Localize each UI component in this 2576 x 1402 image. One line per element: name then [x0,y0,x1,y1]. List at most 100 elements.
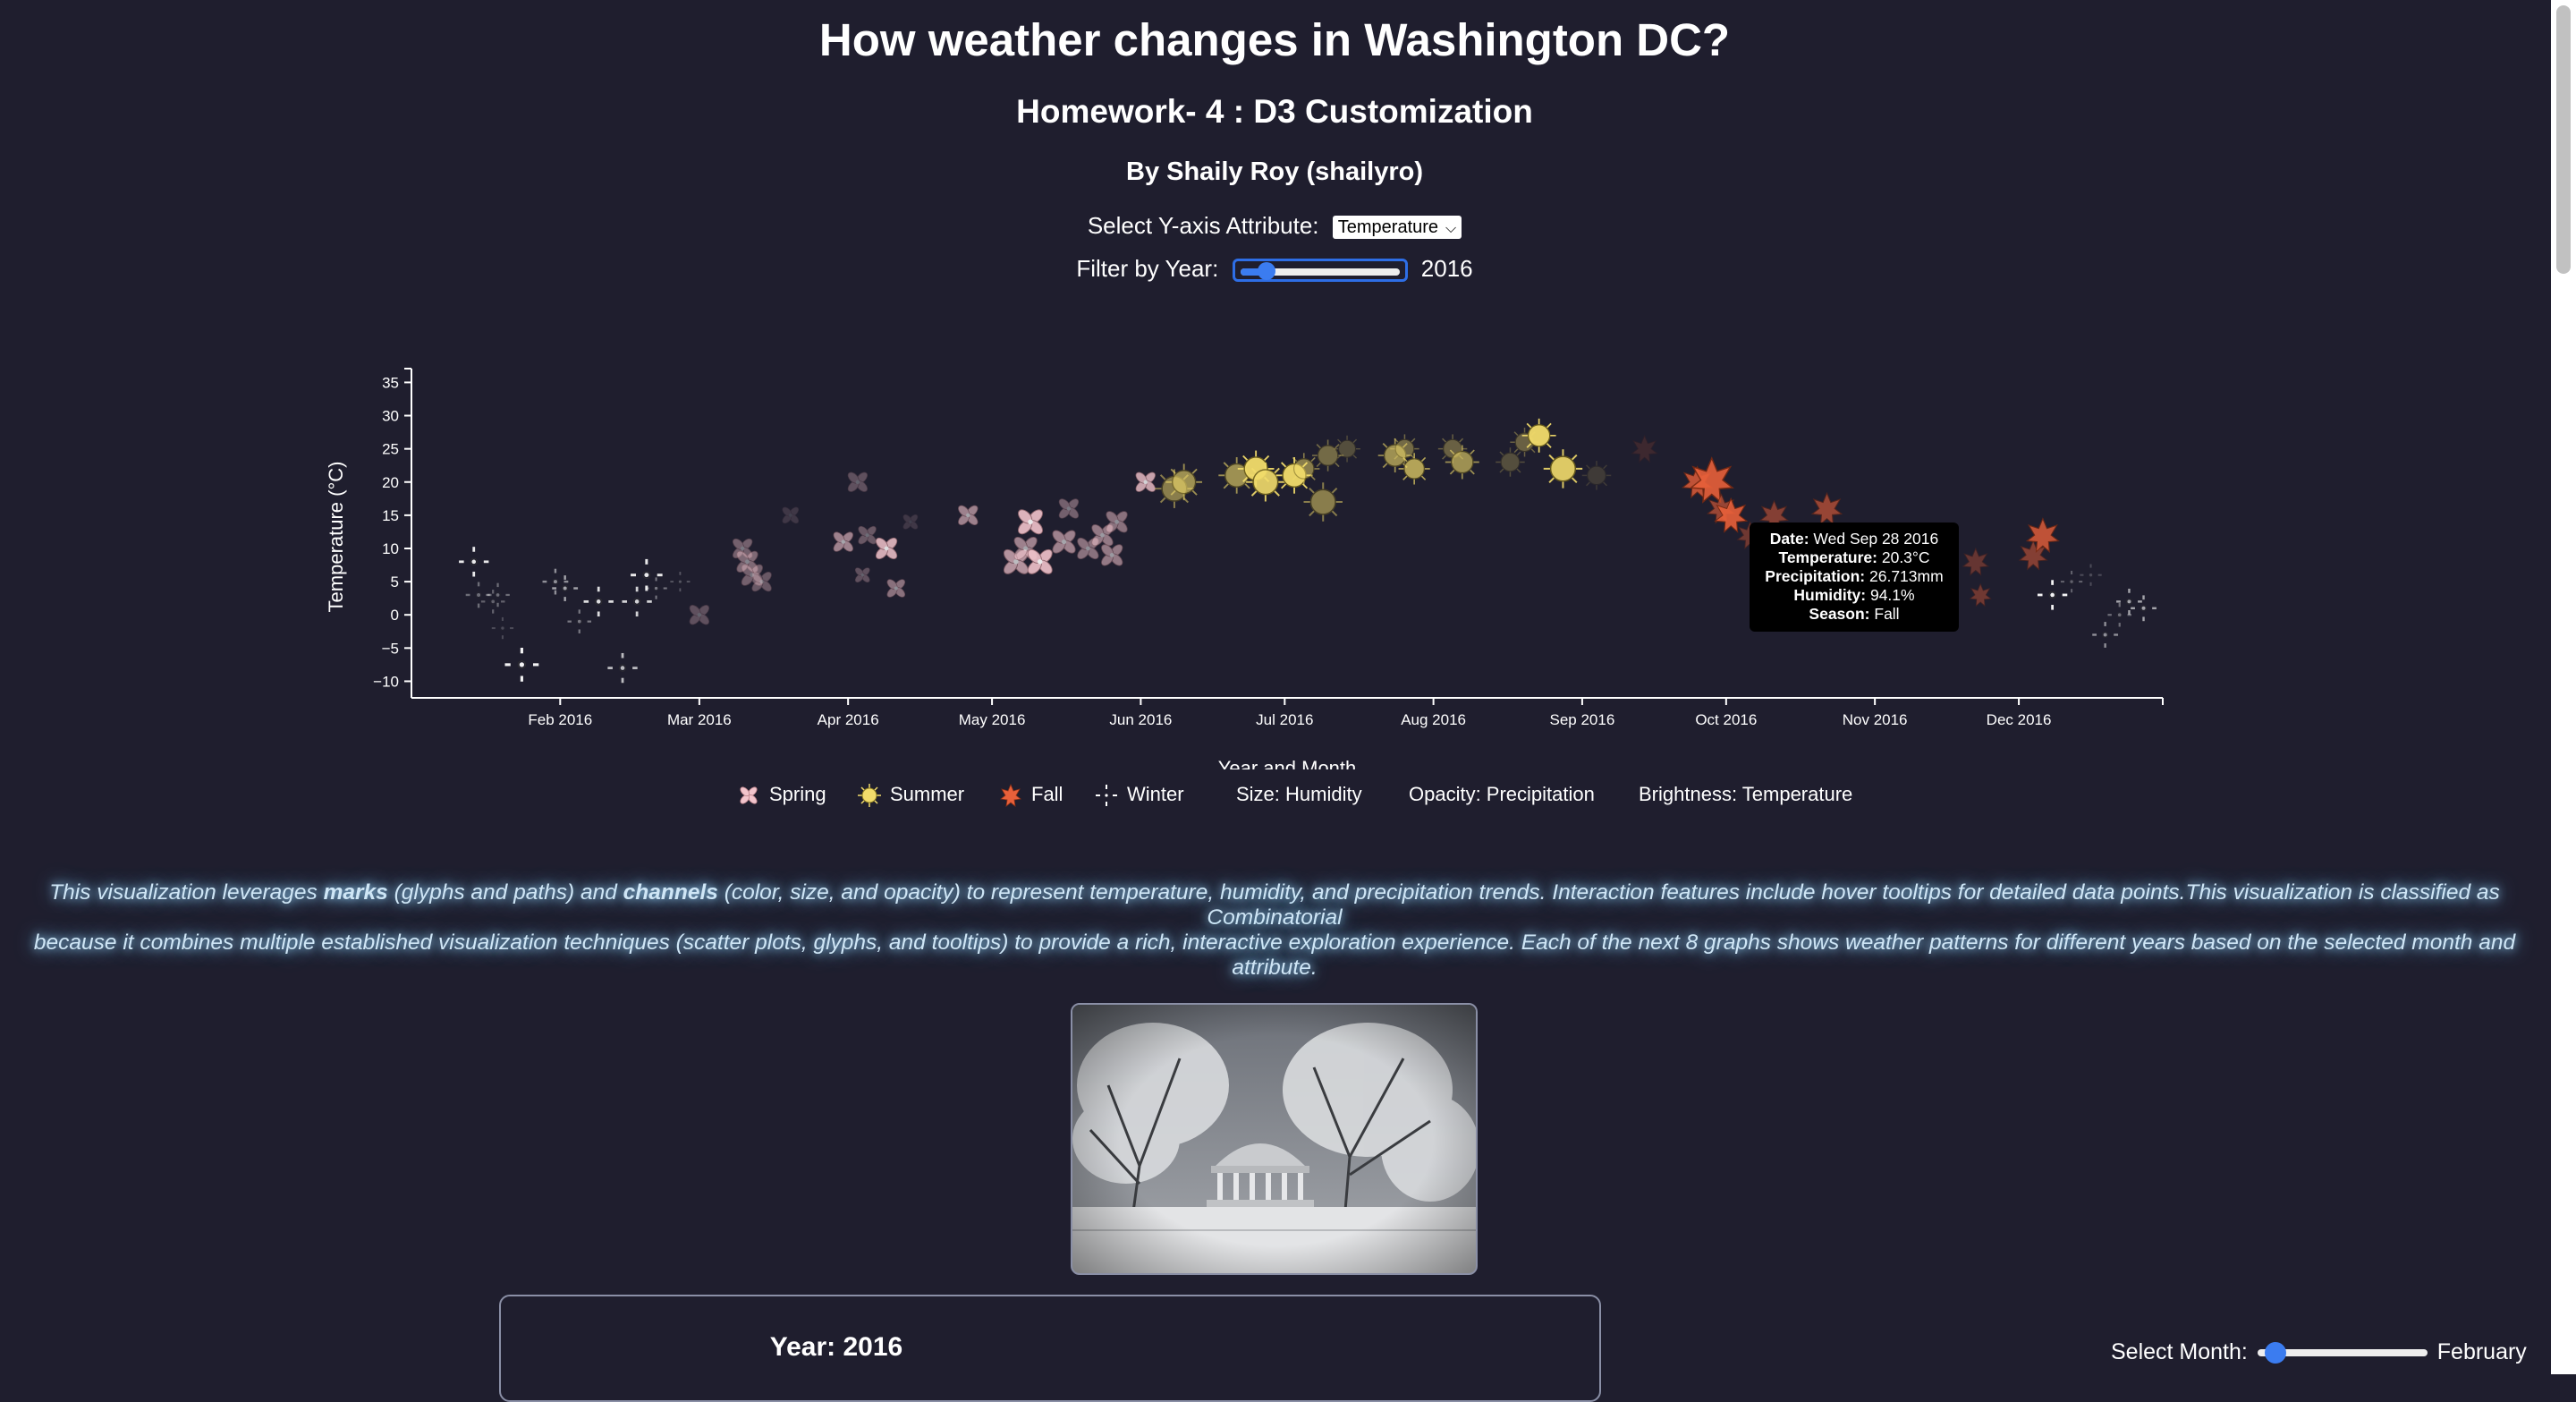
data-point-spring [854,567,870,582]
data-point-winter [583,586,614,617]
month-slider[interactable] [2257,1342,2428,1364]
data-point-spring [847,472,869,492]
x-tick-label: Jul 2016 [1256,711,1313,728]
winter-center [2127,599,2131,604]
data-point-winter [491,616,514,640]
spring-center [1114,519,1119,524]
data-point-winter [2131,595,2157,622]
summer-disc [1394,438,1415,459]
winter-center [563,586,567,591]
chart-legend: Spring Summer Fall Winter Size: Humidity… [0,777,2576,812]
summer-disc [1403,458,1425,480]
description-channels: channels [623,880,718,905]
winter-center [553,580,557,584]
fall-leaf [1810,491,1843,525]
month-slider-thumb[interactable] [2265,1342,2287,1364]
y-attribute-control: Select Y-axis Attribute: Temperature ⌵ [0,209,2549,242]
winter-arm [564,575,566,580]
y-attribute-label: Select Y-axis Attribute: [1087,212,1319,239]
summer-disc [1292,458,1315,480]
spring-center [865,533,869,538]
fall-leaf-icon [1000,784,1021,808]
winter-arm [2097,574,2102,576]
legend-fall-label: Fall [1031,783,1063,805]
tooltip-date-label: Date: [1769,530,1809,548]
tooltip-date: Wed Sep 28 2016 [1813,530,1939,548]
winter-arm [645,587,649,590]
winter-arm [583,599,589,603]
winter-arm [608,599,614,603]
data-point-spring [858,525,877,545]
winter-arm [554,590,557,595]
x-tick-label: Feb 2016 [528,711,592,728]
winter-arm [2128,588,2131,593]
data-point-winter [2092,622,2119,648]
description-part-1: This visualization leverages [49,880,324,905]
data-point-winter [622,586,652,617]
year-panel-title: Year: 2016 [769,1332,903,1362]
snow-scene-image [1071,1003,1478,1275]
tooltip-temp: 20.3°C [1881,548,1930,566]
y-tick-label: 30 [382,408,399,425]
year-slider-thumb[interactable] [1257,262,1275,281]
x-tick-label: May 2016 [959,711,1026,728]
legend-summer-label: Summer [890,783,965,805]
winter-arm [520,676,523,682]
winter-arm [2071,570,2073,575]
summer-disc [1587,465,1606,486]
y-tick-label: 20 [382,474,399,491]
data-point-summer [1398,453,1430,485]
winter-center [501,626,504,630]
spring-center [1023,546,1029,551]
summer-sun-icon [858,784,881,808]
winter-arm [510,627,514,630]
spring-center [894,586,898,591]
winter-center [491,599,496,604]
page-scrollbar[interactable] [2551,0,2576,1374]
winter-arm [2152,607,2157,609]
winter-center [519,662,525,667]
x-tick-label: Apr 2016 [818,711,879,728]
data-point-spring [1106,511,1128,533]
winter-arm [2062,593,2068,597]
winter-snowflake-icon [1096,785,1117,807]
x-tick-label: Oct 2016 [1695,711,1757,728]
year-panel: Year: 2016 [499,1295,1601,1402]
year-slider[interactable] [1232,259,1408,283]
tooltip-season: Fall [1874,605,1900,623]
winter-center [2070,580,2073,583]
data-point-spring [902,514,919,530]
winter-arm [670,581,674,583]
page-subtitle: Homework- 4 : D3 Customization [1016,93,1533,130]
winter-arm [631,574,637,577]
year-filter-value: 2016 [1420,255,1473,282]
spring-center [1066,506,1072,511]
scrollbar-thumb[interactable] [2556,5,2571,274]
winter-arm [2116,600,2121,603]
data-point-winter [2116,588,2142,615]
winter-arm [2142,595,2145,600]
winter-arm [597,611,600,617]
winter-arm [686,581,691,583]
winter-center [2103,633,2107,637]
data-point-winter [567,609,592,633]
y-attribute-select[interactable]: Temperature ⌵ [1332,216,1462,240]
winter-center [634,599,640,604]
data-point-spring [1058,498,1080,519]
description-line-2: because it combines multiple established… [33,930,2516,980]
winter-arm [2051,580,2055,585]
data-point-winter [2037,580,2068,610]
fall-leaf [1631,434,1658,463]
data-point-summer [1543,449,1583,489]
winter-arm [578,629,580,633]
winter-arm [2089,582,2092,586]
winter-arm [486,593,490,597]
summer-disc [1549,455,1577,482]
tooltip-precip: 26.713mm [1869,567,1944,585]
x-axis-label: Year and Month [1218,757,1357,769]
winter-arm [492,609,495,614]
winter-center [2050,592,2055,598]
winter-arm [2104,622,2106,626]
winter-arm [2080,574,2084,576]
spring-center [1109,553,1114,557]
